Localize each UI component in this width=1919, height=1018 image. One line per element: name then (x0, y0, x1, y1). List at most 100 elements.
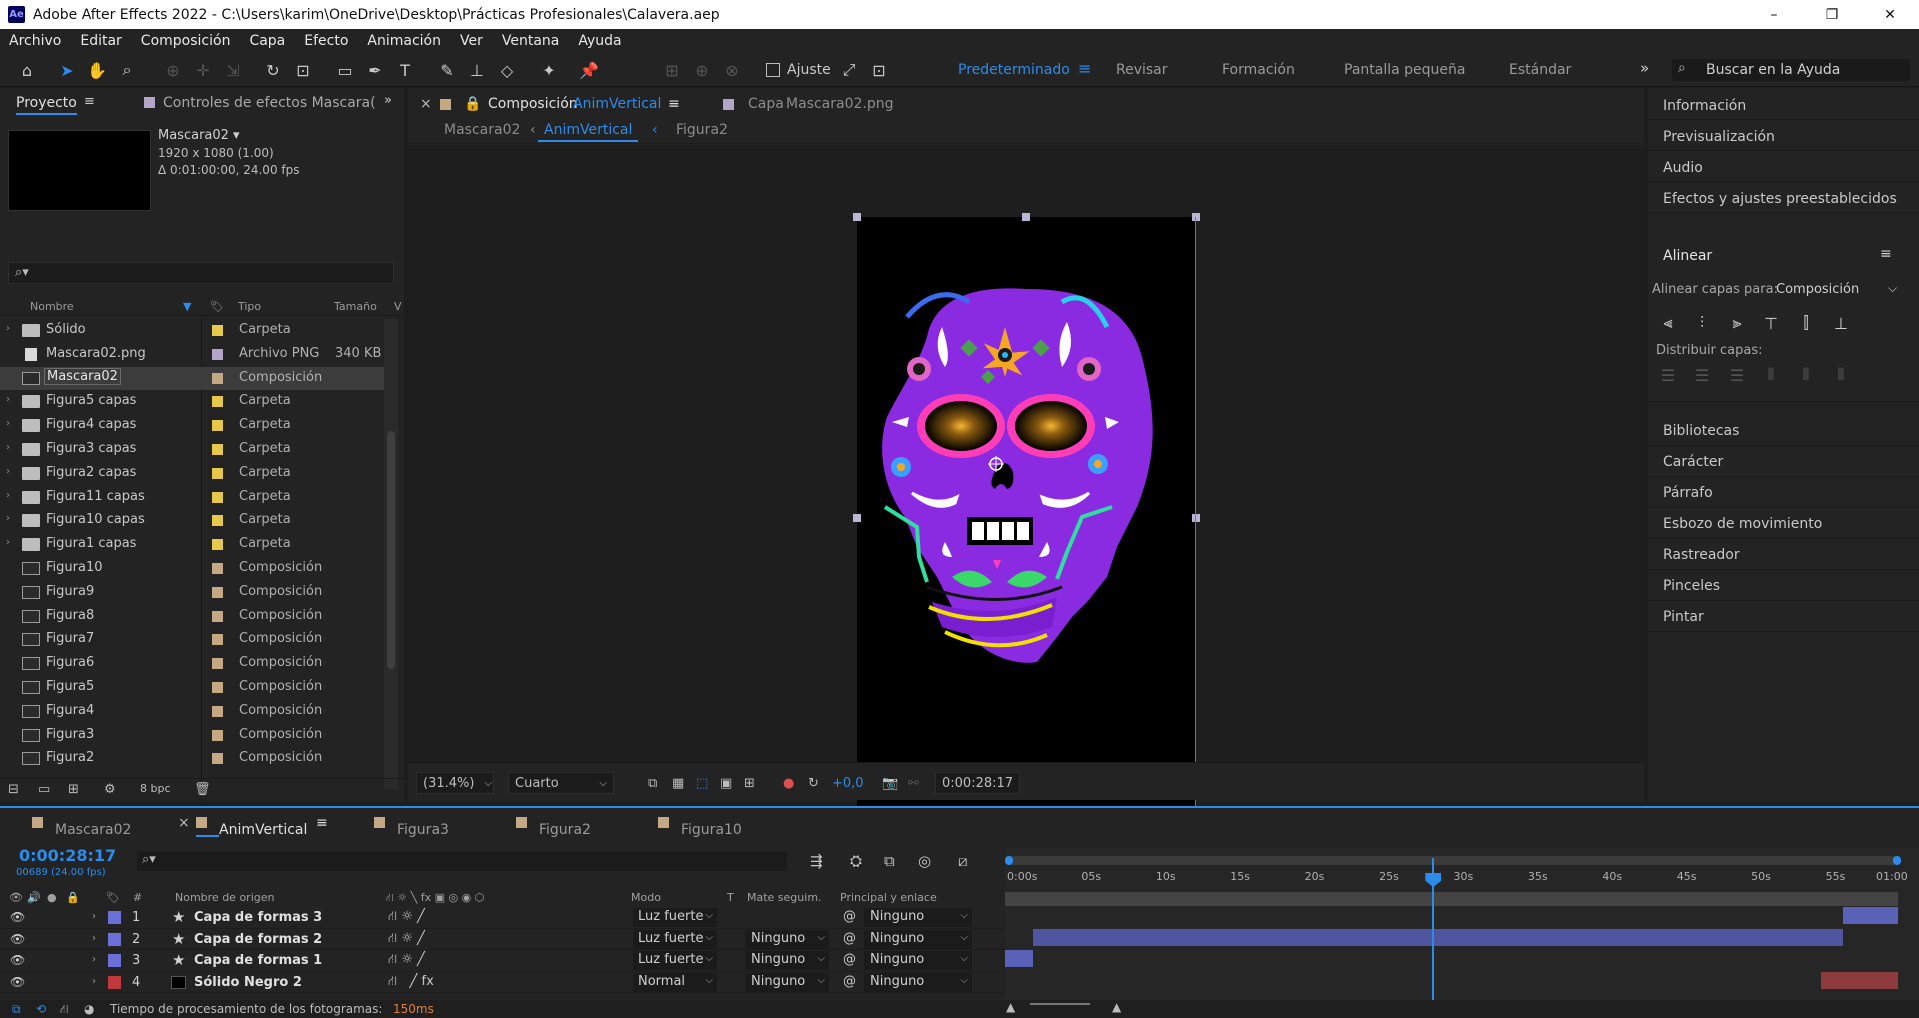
project-item[interactable]: › Figura2 capas Carpeta (0, 462, 384, 486)
blend-mode-dropdown[interactable]: Normal ⌵ (633, 972, 717, 992)
menu-composicion[interactable]: Composición (141, 33, 231, 49)
layer-row[interactable]: 👁 › 2 ★ Capa de formas 2 ⛙ ☼ ╱ Luz fuerte ⌵ Ning… (0, 929, 1005, 950)
grid-guides-icon[interactable]: ⊞ (744, 772, 755, 794)
project-item[interactable]: › Sólido Carpeta (0, 319, 384, 343)
tab-timeline-animvertical[interactable]: AnimVertical (196, 815, 307, 838)
layer-label-color[interactable] (108, 932, 121, 946)
workspace-formacion[interactable]: Formación (1222, 62, 1295, 78)
distribute-right-icon[interactable]: ⫴ (1828, 362, 1854, 388)
eye-icon[interactable]: 👁 (10, 932, 25, 946)
label-color-swatch[interactable] (212, 443, 223, 455)
label-color-swatch[interactable] (212, 705, 223, 717)
pick-whip-icon[interactable]: @ (843, 974, 856, 989)
panel-informacion[interactable]: Información (1663, 98, 1746, 114)
distribute-top-icon[interactable]: ☰ (1655, 362, 1681, 388)
chevron-right-icon[interactable]: › (6, 513, 10, 524)
layer-row[interactable]: 👁 › 3 ★ Capa de formas 1 ⛙ ☼ ╱ Luz fuerte ⌵ Ning… (0, 950, 1005, 972)
workspace-estandar[interactable]: Estándar (1509, 62, 1571, 78)
scrollbar-thumb[interactable] (387, 431, 395, 669)
panel-esbozo-movimiento[interactable]: Esbozo de movimiento (1663, 516, 1822, 532)
transform-handle[interactable] (853, 213, 861, 221)
panel-parrafo[interactable]: Párrafo (1663, 485, 1713, 501)
layer-label-color[interactable] (108, 954, 121, 967)
draft-3d-icon[interactable]: ⛭ (850, 852, 862, 870)
crumb-figura2[interactable]: Figura2 (676, 122, 728, 138)
pick-whip-icon[interactable]: @ (843, 909, 856, 924)
label-column-icon[interactable]: 🏷 (106, 891, 120, 904)
align-top-icon[interactable]: ⊤ (1758, 310, 1784, 336)
sort-icon[interactable]: ▼ (183, 300, 191, 313)
layer-label-color[interactable] (108, 975, 121, 989)
tab-timeline-mascara02[interactable]: Mascara02 (32, 815, 131, 838)
rectangle-tool-icon[interactable]: ▭ (334, 60, 356, 80)
solo-toggle-icon[interactable]: ● (47, 891, 57, 904)
exposure-value[interactable]: +0,0 (832, 772, 864, 794)
chevron-right-icon[interactable]: › (6, 323, 10, 334)
column-name[interactable]: Nombre (30, 300, 74, 313)
parent-dropdown[interactable]: Ninguno ⌵ (864, 908, 972, 927)
video-toggle-icon[interactable]: 👁 (9, 891, 23, 904)
switches-icons[interactable]: ⛙ ☼ ╲ fx ▣ ◎ ◉ ⬡ (386, 891, 484, 906)
view-axis-icon[interactable]: ⊗ (721, 60, 743, 80)
column-source-name[interactable]: Nombre de origen (175, 891, 274, 904)
column-parent[interactable]: Principal y enlace (840, 891, 937, 904)
clone-stamp-tool-icon[interactable]: ⊥ (466, 60, 488, 80)
label-color-swatch[interactable] (212, 420, 223, 432)
layer-duration-bar[interactable] (1005, 950, 1034, 967)
menu-ventana[interactable]: Ventana (502, 33, 560, 49)
column-t[interactable]: T (727, 891, 734, 904)
tab-controles-efectos[interactable]: Controles de efectos Mascara( (144, 95, 376, 111)
pen-tool-icon[interactable]: ✒ (364, 60, 386, 80)
label-color-swatch[interactable] (212, 658, 223, 670)
align-bottom-icon[interactable]: ⊥ (1828, 310, 1854, 336)
label-color-swatch[interactable] (212, 348, 223, 360)
magnification-dropdown[interactable]: (31.4%) ⌵ (416, 772, 494, 794)
show-snapshot-icon[interactable]: ⚯ (908, 772, 919, 794)
blend-mode-dropdown[interactable]: Luz fuerte ⌵ (633, 929, 717, 949)
skull-artwork[interactable] (857, 217, 1196, 819)
zoom-tool-icon[interactable]: ⌕ (116, 60, 138, 80)
label-color-swatch[interactable] (212, 729, 223, 741)
panel-pintar[interactable]: Pintar (1663, 609, 1704, 625)
parent-dropdown[interactable]: Ninguno ⌵ (864, 951, 972, 970)
transform-handle[interactable] (853, 514, 861, 522)
selected-item-name[interactable]: Mascara02 ▾ (158, 128, 240, 143)
layer-switches[interactable]: ⛙ ☼ ╱ (388, 931, 425, 948)
close-tab-icon[interactable]: × (178, 815, 190, 831)
transparency-grid-icon[interactable]: ▦ (672, 772, 684, 794)
zoom-out-icon[interactable]: ▲ (1006, 1000, 1015, 1014)
layer-switches[interactable]: ⛙ ☼ ╱ (388, 909, 425, 926)
layer-switches[interactable]: ⛙ ╱ fx (388, 974, 434, 991)
menu-ver[interactable]: Ver (460, 33, 483, 49)
more-workspaces-icon[interactable]: » (1640, 59, 1649, 77)
transform-handle[interactable] (1192, 213, 1200, 221)
frame-blending-icon[interactable]: ◎ (918, 852, 931, 870)
time-navigator-end[interactable] (1893, 856, 1901, 865)
rotation-tool-icon[interactable]: ↻ (262, 60, 284, 80)
project-item[interactable]: Figura4 Composición (0, 700, 384, 724)
label-color-swatch[interactable] (212, 396, 223, 408)
chevron-right-icon[interactable]: › (6, 442, 10, 453)
column-size[interactable]: Tamaño (334, 300, 377, 313)
reset-exposure-icon[interactable]: ↻ (808, 772, 819, 794)
selection-tool-icon[interactable]: ➤ (56, 60, 78, 80)
tab-composition-name[interactable]: AnimVertical (573, 96, 661, 112)
puppet-pin-tool-icon[interactable]: 📌 (578, 60, 600, 80)
close-tab-icon[interactable]: × (420, 96, 432, 112)
timeline-current-time[interactable]: 0:00:28:17 (19, 846, 116, 865)
timeline-zoom-slider[interactable] (1030, 1003, 1090, 1005)
new-folder-icon[interactable]: ▭ (38, 782, 50, 797)
fast-previews-icon[interactable]: ⧉ (648, 772, 657, 794)
project-item[interactable]: › Figura4 capas Carpeta (0, 414, 384, 438)
chevron-right-icon[interactable]: › (92, 911, 96, 922)
layer-switches[interactable]: ⛙ ☼ ╱ (388, 952, 425, 969)
toggle-switches-icon[interactable]: ⟲ (36, 1002, 46, 1016)
column-v[interactable]: V (394, 300, 402, 313)
panel-caracter[interactable]: Carácter (1663, 454, 1723, 470)
track-matte-dropdown[interactable]: Ninguno ⌵ (745, 929, 829, 949)
menu-ayuda[interactable]: Ayuda (578, 33, 621, 49)
panel-bibliotecas[interactable]: Bibliotecas (1663, 423, 1739, 439)
menu-capa[interactable]: Capa (249, 33, 285, 49)
align-vertical-center-icon[interactable]: ⫿ (1793, 310, 1819, 336)
panel-alinear-title[interactable]: Alinear (1663, 248, 1712, 264)
